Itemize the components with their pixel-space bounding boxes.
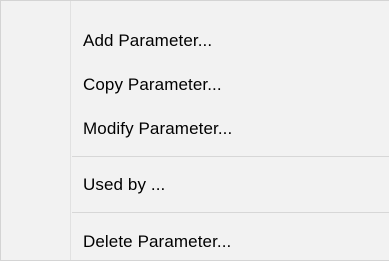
menu-item-label: Modify Parameter... — [83, 119, 233, 138]
menu-item-copy-parameter[interactable]: Copy Parameter... — [1, 65, 389, 105]
menu-separator — [72, 156, 389, 157]
menu-item-add-parameter[interactable]: Add Parameter... — [1, 21, 389, 61]
menu-item-label: Used by ... — [83, 175, 166, 194]
context-menu: Add Parameter... Copy Parameter... Modif… — [0, 0, 389, 261]
menu-item-modify-parameter[interactable]: Modify Parameter... — [1, 109, 389, 149]
menu-item-delete-parameter[interactable]: Delete Parameter... — [1, 222, 389, 262]
menu-item-label: Add Parameter... — [83, 31, 213, 50]
menu-item-label: Delete Parameter... — [83, 232, 232, 251]
menu-separator — [72, 212, 389, 213]
menu-item-label: Copy Parameter... — [83, 75, 222, 94]
menu-item-used-by[interactable]: Used by ... — [1, 165, 389, 205]
